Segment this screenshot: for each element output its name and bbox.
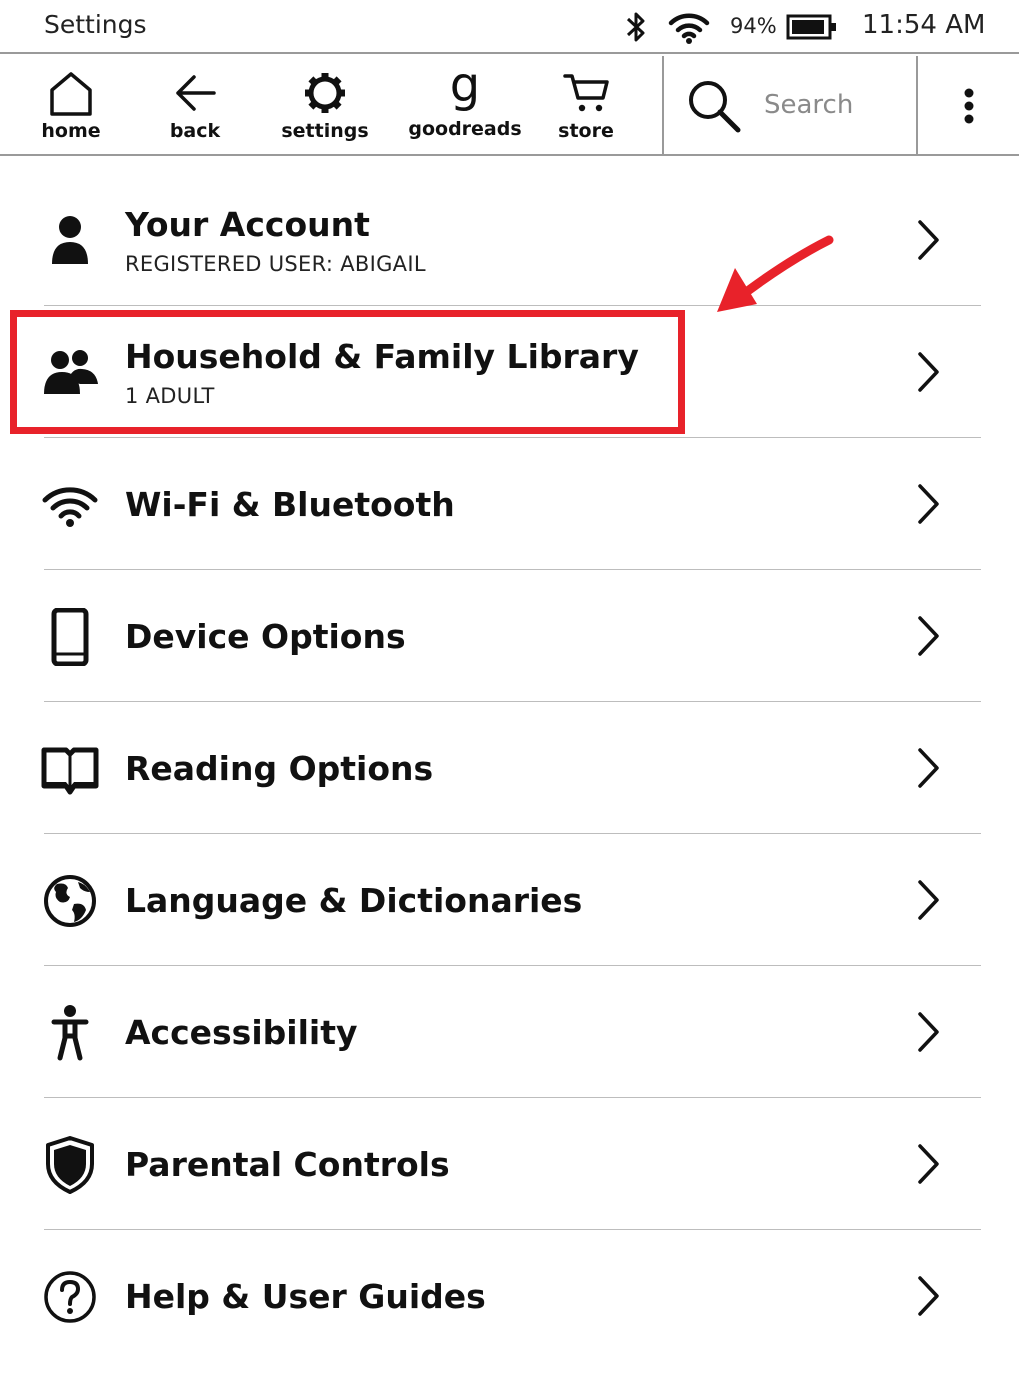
settings-item-parental-controls[interactable]: Parental Controls xyxy=(0,1098,1019,1230)
bluetooth-icon xyxy=(626,12,645,42)
home-icon xyxy=(50,72,92,116)
battery-icon xyxy=(786,14,836,40)
globe-icon xyxy=(44,875,96,927)
wifi-icon xyxy=(42,487,98,527)
settings-item-reading-options[interactable]: Reading Options xyxy=(0,702,1019,834)
more-menu-button[interactable] xyxy=(918,56,1019,156)
settings-item-wifi-bluetooth[interactable]: Wi-Fi & Bluetooth xyxy=(0,438,1019,570)
chevron-right-icon xyxy=(918,880,939,920)
home-label: home xyxy=(41,120,101,142)
clock: 11:54 AM xyxy=(862,10,986,40)
goodreads-label: goodreads xyxy=(408,118,522,140)
tablet-icon xyxy=(51,607,89,667)
settings-button[interactable]: settings xyxy=(280,56,370,156)
search-icon xyxy=(689,81,741,133)
chevron-right-icon xyxy=(918,1144,939,1184)
goodreads-button[interactable]: g goodreads xyxy=(408,56,522,156)
settings-label: settings xyxy=(281,120,369,142)
toolbar: home back settings g goodreads store Sea… xyxy=(0,56,1019,156)
settings-item-household-family-library[interactable]: Household & Family Library 1 ADULT xyxy=(0,306,1019,438)
help-icon xyxy=(44,1271,96,1323)
open-book-icon xyxy=(41,747,99,795)
chevron-right-icon xyxy=(918,1276,939,1316)
settings-list: Your Account REGISTERED USER: ABIGAIL Ho… xyxy=(0,174,1019,1362)
settings-item-subtitle: 1 ADULT xyxy=(125,383,215,408)
search-input[interactable]: Search xyxy=(664,56,916,156)
store-label: store xyxy=(558,120,614,142)
battery-percent: 94% xyxy=(730,14,777,38)
settings-item-title: Reading Options xyxy=(125,748,434,788)
wifi-icon xyxy=(668,13,710,44)
settings-item-device-options[interactable]: Device Options xyxy=(0,570,1019,702)
settings-item-title: Device Options xyxy=(125,616,406,656)
person-icon xyxy=(52,216,88,264)
settings-item-your-account[interactable]: Your Account REGISTERED USER: ABIGAIL xyxy=(0,174,1019,306)
more-vertical-icon xyxy=(964,88,973,124)
settings-item-title: Accessibility xyxy=(125,1012,358,1052)
gear-icon xyxy=(305,73,345,113)
back-button[interactable]: back xyxy=(156,56,234,156)
cart-icon xyxy=(563,74,609,112)
chevron-right-icon xyxy=(918,484,939,524)
back-label: back xyxy=(169,120,221,142)
status-bar: Settings 94% 11:54 AM xyxy=(0,0,1019,54)
chevron-right-icon xyxy=(918,352,939,392)
settings-item-title: Parental Controls xyxy=(125,1144,450,1184)
settings-item-subtitle: REGISTERED USER: ABIGAIL xyxy=(125,251,426,276)
home-button[interactable]: home xyxy=(30,56,112,156)
chevron-right-icon xyxy=(918,748,939,788)
store-button[interactable]: store xyxy=(550,56,622,156)
chevron-right-icon xyxy=(918,1012,939,1052)
goodreads-g-icon: g xyxy=(449,57,481,113)
back-arrow-icon xyxy=(176,75,216,111)
status-title: Settings xyxy=(44,10,147,39)
search-placeholder: Search xyxy=(764,90,854,120)
chevron-right-icon xyxy=(918,220,939,260)
people-icon xyxy=(44,350,98,394)
settings-item-title: Language & Dictionaries xyxy=(125,880,583,920)
shield-icon xyxy=(46,1136,94,1194)
settings-item-accessibility[interactable]: Accessibility xyxy=(0,966,1019,1098)
settings-item-title: Wi-Fi & Bluetooth xyxy=(125,484,455,524)
settings-item-help-user-guides[interactable]: Help & User Guides xyxy=(0,1230,1019,1362)
settings-item-title: Household & Family Library xyxy=(125,336,639,376)
settings-item-title: Your Account xyxy=(125,204,370,244)
settings-item-title: Help & User Guides xyxy=(125,1276,486,1316)
settings-item-language-dictionaries[interactable]: Language & Dictionaries xyxy=(0,834,1019,966)
accessibility-icon xyxy=(51,1005,89,1061)
chevron-right-icon xyxy=(918,616,939,656)
